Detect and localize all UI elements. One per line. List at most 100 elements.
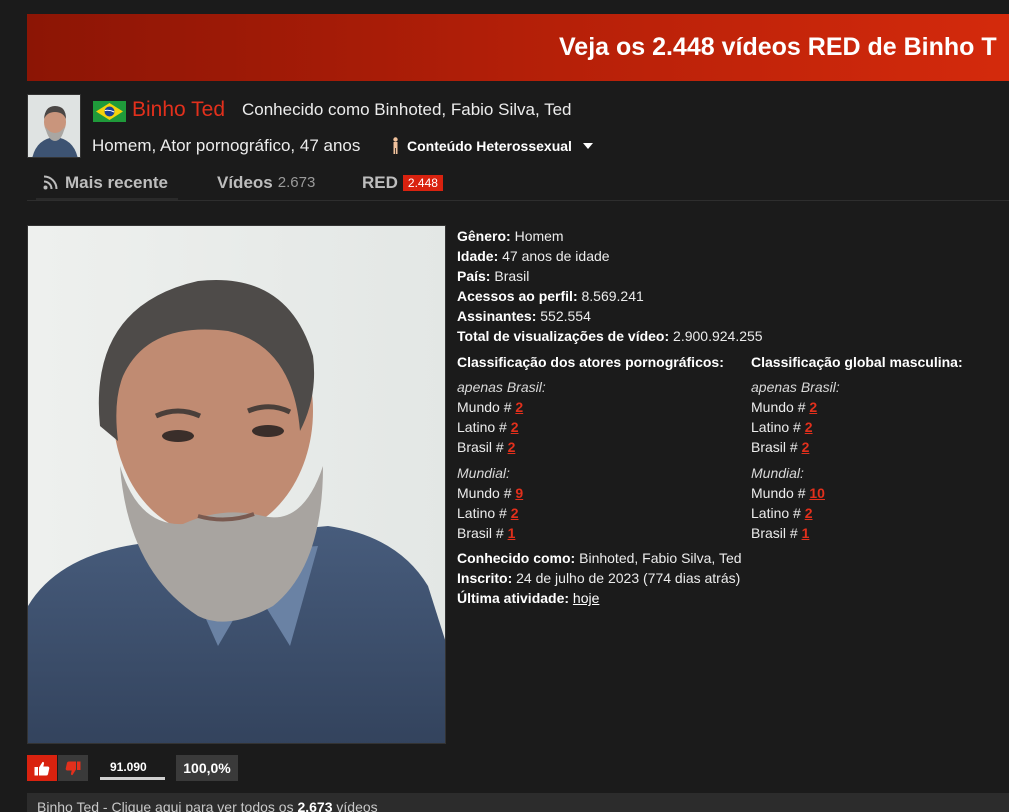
thumbs-up-icon: [34, 761, 50, 775]
rank-link[interactable]: 2: [809, 399, 817, 415]
tab-videos[interactable]: Vídeos 2.673: [217, 165, 315, 200]
detail-inscrito-value: 24 de julho de 2023 (774 dias atrás): [516, 570, 741, 586]
rank-mundo-label: Mundo #: [457, 399, 512, 415]
like-button[interactable]: [27, 755, 57, 781]
tab-videos-count: 2.673: [277, 174, 316, 191]
detail-pais-label: País:: [457, 268, 491, 284]
rating-bar-fill: [100, 777, 165, 780]
rank-latino-label: Latino #: [457, 419, 507, 435]
rank-actors-title: Classificação dos atores pornográficos:: [457, 354, 724, 370]
dislike-button[interactable]: [58, 755, 88, 781]
rank-link[interactable]: 2: [805, 419, 813, 435]
detail-acessos: Acessos ao perfil: 8.569.241: [457, 288, 644, 304]
detail-visualizacoes: Total de visualizações de vídeo: 2.900.9…: [457, 328, 763, 344]
rank-global-male-title: Classificação global masculina:: [751, 354, 963, 370]
rank-link[interactable]: 1: [508, 525, 516, 541]
rank-link[interactable]: 2: [511, 419, 519, 435]
rank-right-mundial-label: Mundial:: [751, 465, 804, 481]
rank-latino-label: Latino #: [751, 505, 801, 521]
rank-link[interactable]: 2: [508, 439, 516, 455]
detail-visualizacoes-value: 2.900.924.255: [673, 328, 763, 344]
footer-text-after: vídeos: [332, 799, 378, 812]
tab-most-recent-label: Mais recente: [65, 172, 168, 192]
detail-atividade-label: Última atividade:: [457, 590, 570, 606]
detail-inscrito: Inscrito: 24 de julho de 2023 (774 dias …: [457, 570, 740, 586]
tab-most-recent[interactable]: Mais recente: [43, 165, 168, 200]
detail-idade: Idade: 47 anos de idade: [457, 248, 610, 264]
rank-mundo-label: Mundo #: [751, 399, 806, 415]
detail-genero-label: Gênero:: [457, 228, 511, 244]
rank-brasil-label: Brasil #: [457, 525, 504, 541]
rank-left-mundial-mundo: Mundo # 9: [457, 485, 523, 501]
rank-mundo-label: Mundo #: [751, 485, 806, 501]
rank-left-brasil-only-label: apenas Brasil:: [457, 379, 546, 395]
profile-description: Homem, Ator pornográfico, 47 anos: [92, 136, 361, 155]
profile-name[interactable]: Binho Ted: [132, 98, 225, 122]
rank-left-brasil-only-latino: Latino # 2: [457, 419, 519, 435]
rank-brasil-label: Brasil #: [751, 525, 798, 541]
rank-mundo-label: Mundo #: [457, 485, 512, 501]
rank-right-mundial-mundo: Mundo # 10: [751, 485, 825, 501]
tabs-divider: [27, 200, 1009, 201]
tab-red-count-badge: 2.448: [402, 174, 443, 191]
person-icon: [393, 137, 398, 154]
chevron-down-icon: [582, 142, 593, 149]
rank-latino-label: Latino #: [751, 419, 801, 435]
rank-right-brasil-only-mundo: Mundo # 2: [751, 399, 817, 415]
detail-conhecido: Conhecido como: Binhoted, Fabio Silva, T…: [457, 550, 742, 566]
rank-link[interactable]: 1: [802, 525, 810, 541]
rank-link[interactable]: 2: [802, 439, 810, 455]
detail-visualizacoes-label: Total de visualizações de vídeo:: [457, 328, 670, 344]
thumbs-down-icon: [65, 761, 81, 775]
rank-latino-label: Latino #: [457, 505, 507, 521]
promo-banner[interactable]: Veja os 2.448 vídeos RED de Binho T: [27, 14, 1009, 81]
rank-right-brasil-only-latino: Latino # 2: [751, 419, 813, 435]
vote-count: 91.090: [110, 760, 147, 774]
footer-bar[interactable]: Binho Ted - Clique aqui para ver todos o…: [27, 793, 1009, 812]
rank-link[interactable]: 2: [511, 505, 519, 521]
rank-right-brasil-only-label: apenas Brasil:: [751, 379, 840, 395]
last-activity-link[interactable]: hoje: [573, 590, 599, 606]
detail-pais: País: Brasil: [457, 268, 529, 284]
detail-idade-value: 47 anos de idade: [502, 248, 610, 264]
detail-idade-label: Idade:: [457, 248, 499, 264]
rss-icon: [43, 175, 58, 190]
detail-assinantes: Assinantes: 552.554: [457, 308, 591, 324]
tab-red[interactable]: RED 2.448: [362, 165, 443, 200]
rank-link[interactable]: 2: [805, 505, 813, 521]
rank-link[interactable]: 2: [515, 399, 523, 415]
footer-text-before: - Clique aqui para ver todos os: [99, 799, 298, 812]
rank-left-brasil-only-brasil: Brasil # 2: [457, 439, 515, 455]
orientation-dropdown[interactable]: Conteúdo Heterossexual: [391, 137, 593, 154]
profile-aka: Conhecido como Binhoted, Fabio Silva, Te…: [242, 100, 572, 119]
rank-brasil-label: Brasil #: [751, 439, 798, 455]
rank-left-mundial-brasil: Brasil # 1: [457, 525, 515, 541]
detail-conhecido-value: Binhoted, Fabio Silva, Ted: [579, 550, 742, 566]
detail-genero-value: Homem: [514, 228, 564, 244]
footer-count: 2.673: [297, 799, 333, 812]
detail-inscrito-label: Inscrito:: [457, 570, 513, 586]
detail-acessos-label: Acessos ao perfil:: [457, 288, 578, 304]
banner-text[interactable]: Veja os 2.448 vídeos RED de Binho T: [559, 33, 997, 62]
detail-conhecido-label: Conhecido como:: [457, 550, 576, 566]
rank-left-mundial-latino: Latino # 2: [457, 505, 519, 521]
see-all-videos-link[interactable]: Binho Ted - Clique aqui para ver todos o…: [37, 799, 378, 812]
rank-right-mundial-latino: Latino # 2: [751, 505, 813, 521]
detail-assinantes-value: 552.554: [540, 308, 591, 324]
detail-assinantes-label: Assinantes:: [457, 308, 537, 324]
rank-left-brasil-only-mundo: Mundo # 2: [457, 399, 523, 415]
rating-bar: [100, 777, 165, 780]
profile-photo[interactable]: [27, 225, 446, 744]
rating-percent: 100,0%: [176, 755, 238, 781]
rank-right-mundial-brasil: Brasil # 1: [751, 525, 809, 541]
avatar[interactable]: [27, 94, 81, 158]
brazil-flag-icon: [93, 101, 126, 122]
rank-link[interactable]: 9: [515, 485, 523, 501]
detail-pais-value: Brasil: [494, 268, 530, 284]
detail-acessos-value: 8.569.241: [581, 288, 644, 304]
footer-name[interactable]: Binho Ted: [37, 799, 99, 812]
detail-genero: Gênero: Homem: [457, 228, 564, 244]
orientation-label: Conteúdo Heterossexual: [407, 137, 572, 154]
rank-link[interactable]: 10: [809, 485, 825, 501]
rank-brasil-label: Brasil #: [457, 439, 504, 455]
